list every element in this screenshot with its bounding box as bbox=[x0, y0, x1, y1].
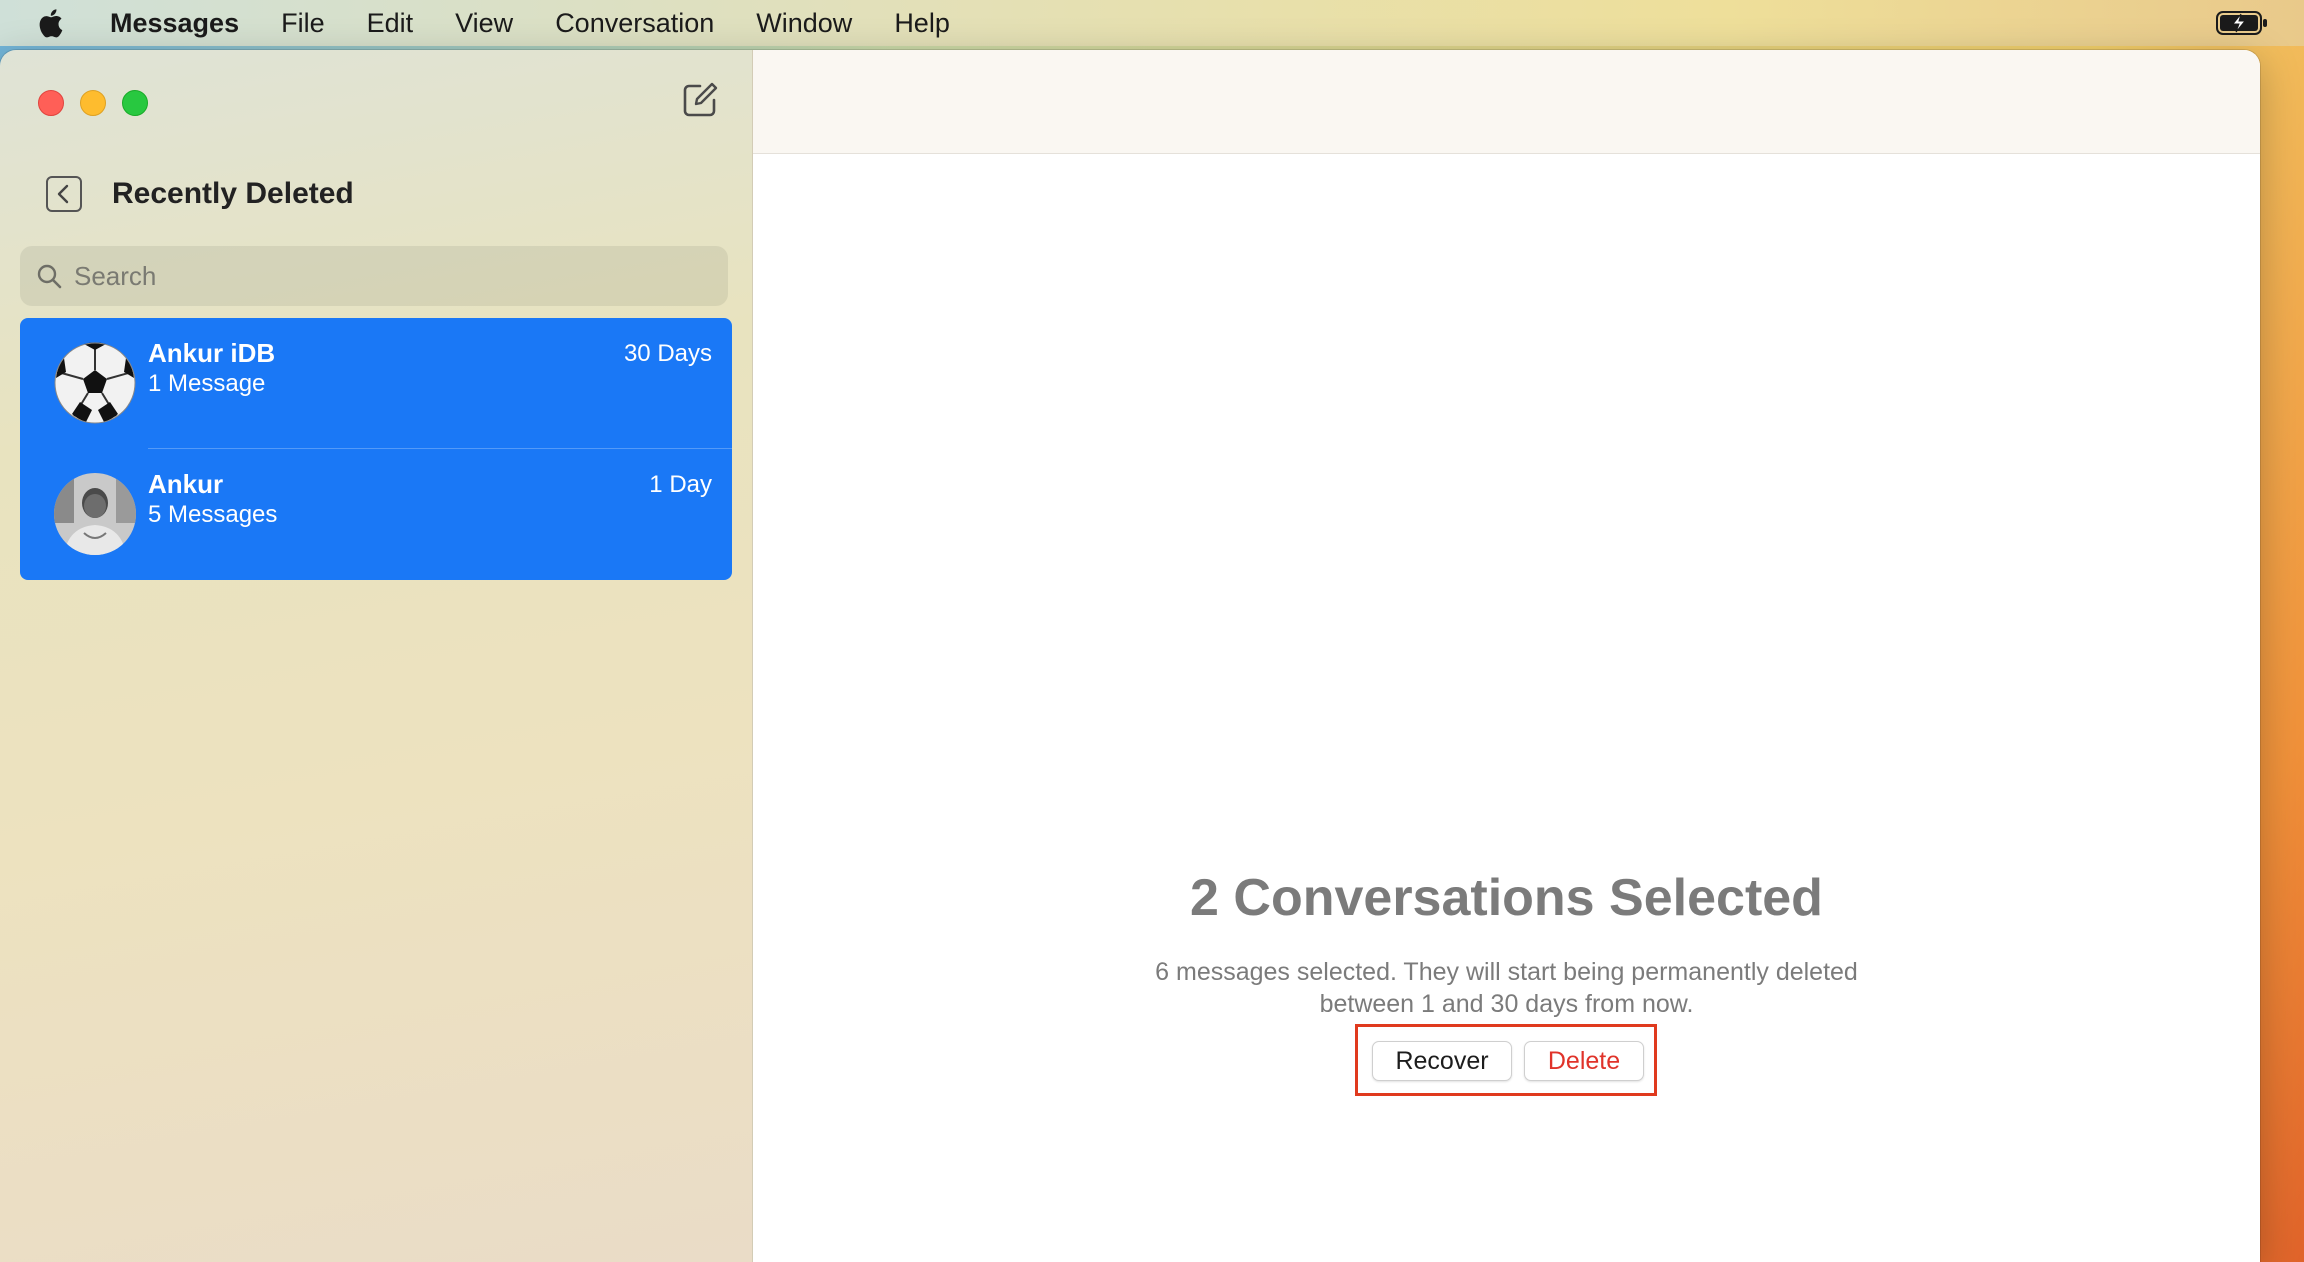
search-icon bbox=[37, 264, 62, 289]
conversation-list: Ankur iDB 1 Message 30 Days Ankur 5 Mess… bbox=[20, 318, 732, 580]
conversation-subtitle: 5 Messages bbox=[148, 501, 278, 528]
minimize-window-button[interactable] bbox=[80, 90, 106, 116]
menu-app-name[interactable]: Messages bbox=[110, 8, 239, 39]
menu-view[interactable]: View bbox=[455, 8, 513, 39]
selection-description-line-1: 6 messages selected. They will start bei… bbox=[1155, 958, 1858, 986]
person-avatar-icon bbox=[54, 473, 136, 555]
battery-charging-icon[interactable] bbox=[2216, 11, 2268, 40]
recover-button[interactable]: Recover bbox=[1372, 1041, 1512, 1081]
conversation-subtitle: 1 Message bbox=[148, 370, 266, 397]
list-item[interactable]: Ankur 5 Messages 1 Day bbox=[20, 449, 732, 580]
soccer-ball-avatar-icon bbox=[54, 342, 136, 424]
apple-menu-icon[interactable] bbox=[38, 7, 68, 39]
selection-title: 2 Conversations Selected bbox=[1190, 869, 1823, 927]
menu-help[interactable]: Help bbox=[894, 8, 950, 39]
menu-bar: Messages File Edit View Conversation Win… bbox=[0, 0, 2304, 46]
sidebar-header: Recently Deleted bbox=[46, 176, 354, 212]
window-controls bbox=[38, 90, 148, 116]
menu-conversation[interactable]: Conversation bbox=[555, 8, 714, 39]
chevron-left-icon bbox=[57, 184, 69, 204]
conversation-name: Ankur bbox=[148, 469, 224, 499]
detail-toolbar bbox=[753, 50, 2260, 154]
conversation-age: 1 Day bbox=[649, 471, 712, 498]
conversation-name: Ankur iDB bbox=[148, 338, 276, 368]
conversation-age: 30 Days bbox=[623, 340, 712, 367]
compose-icon[interactable] bbox=[680, 80, 720, 120]
zoom-window-button[interactable] bbox=[122, 90, 148, 116]
menu-file[interactable]: File bbox=[281, 8, 325, 39]
search-input[interactable]: Search bbox=[20, 246, 728, 306]
delete-button[interactable]: Delete bbox=[1524, 1041, 1644, 1081]
detail-pane: 2 Conversations Selected 6 messages sele… bbox=[753, 50, 2260, 1262]
search-placeholder: Search bbox=[74, 260, 157, 291]
selection-description: 6 messages selected. They will start bei… bbox=[753, 956, 2260, 1020]
menu-edit[interactable]: Edit bbox=[367, 8, 414, 39]
back-button[interactable] bbox=[46, 176, 82, 212]
menu-window[interactable]: Window bbox=[756, 8, 852, 39]
sidebar: Recently Deleted Search Ankur iDB 1 Mess… bbox=[0, 50, 753, 1262]
selection-description-line-2: between 1 and 30 days from now. bbox=[1319, 990, 1694, 1018]
list-item[interactable]: Ankur iDB 1 Message 30 Days bbox=[20, 318, 732, 449]
page-title: Recently Deleted bbox=[112, 177, 354, 210]
messages-window: Recently Deleted Search Ankur iDB 1 Mess… bbox=[0, 50, 2260, 1262]
close-window-button[interactable] bbox=[38, 90, 64, 116]
highlight-box: Recover Delete bbox=[1355, 1024, 1657, 1096]
